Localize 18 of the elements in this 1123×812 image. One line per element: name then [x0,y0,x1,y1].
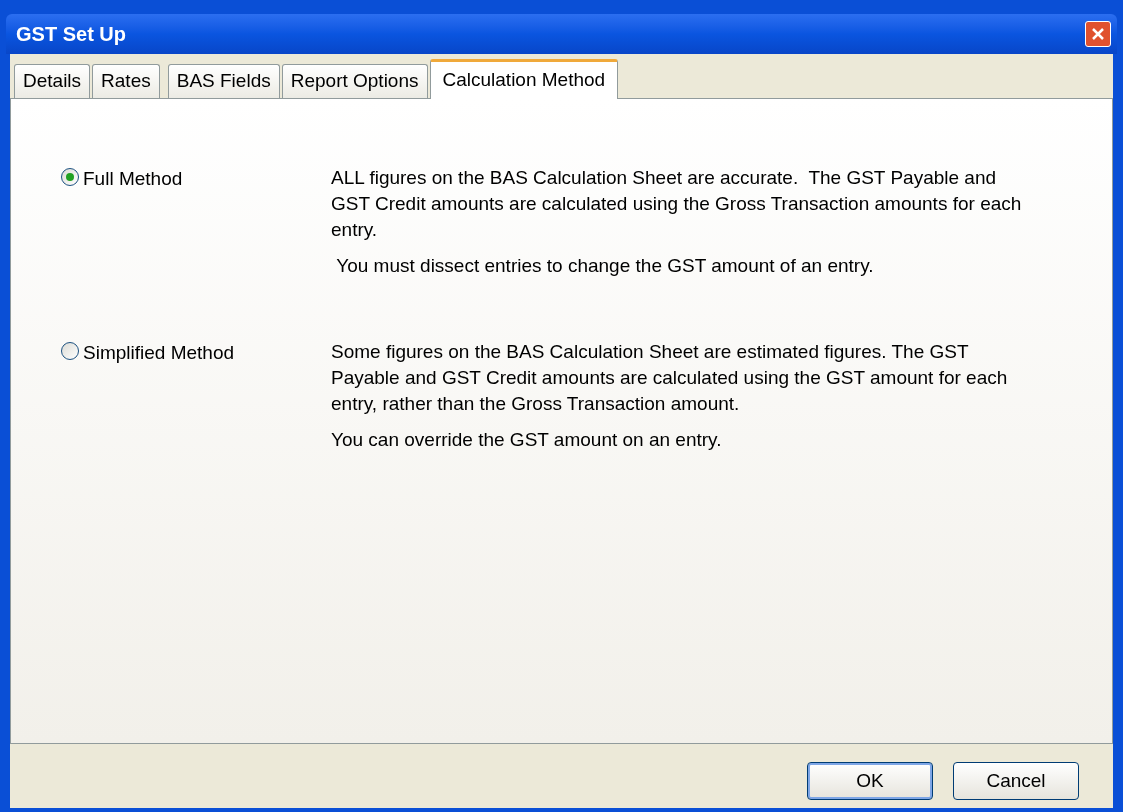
tab[interactable]: Calculation Method [429,59,619,99]
description-text: You must dissect entries to change the GST amount of an entry. [335,254,875,278]
radio-button[interactable] [61,342,79,360]
description-text: ALL figures on the BAS Calculation Sheet are accurate. The GST Payable and GST Credit amounts are calculated using the Gross Transaction amounts for each entry. [331,166,1023,242]
radio-button[interactable] [61,168,79,186]
radio-option[interactable]: Full Method [61,165,331,279]
tab[interactable]: Details [14,64,91,98]
description-text: Some figures on the BAS Calculation Sheet are estimated figures. The GST Payable and GST Credit amounts are calculated using the GST amount for each entry, rather than the Gross Transaction amount. [331,340,1009,416]
dialog-button[interactable]: Cancel [953,762,1079,800]
radio-option[interactable]: Simplified Method [61,339,331,453]
tab[interactable]: Rates [92,64,160,98]
tab[interactable]: Report Options [281,64,428,98]
description-text: You can override the GST amount on an entry. [331,428,723,452]
window-title: GST Set Up [16,22,126,47]
dialog-button[interactable]: OK [807,762,933,800]
close-icon [1090,26,1106,42]
tab[interactable]: BAS Fields [167,64,280,98]
close-button[interactable] [1085,21,1111,47]
